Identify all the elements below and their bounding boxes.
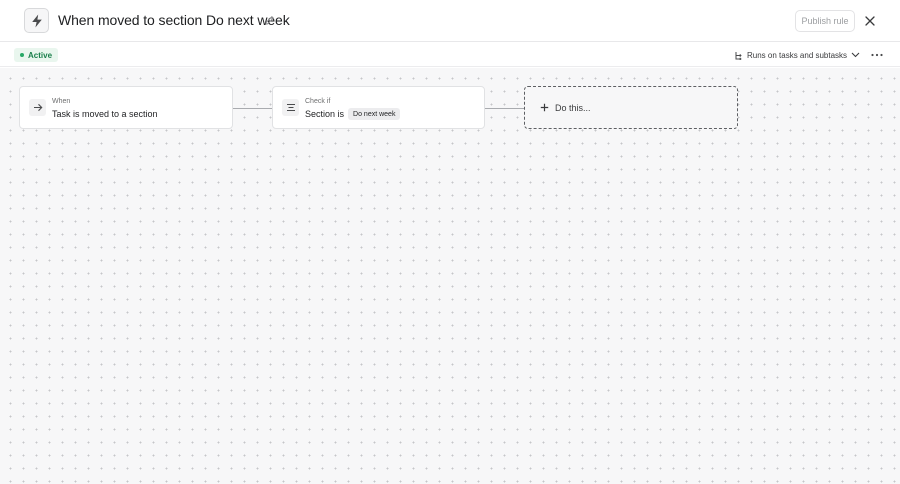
condition-icon-tile	[282, 99, 299, 116]
condition-text: Section is	[305, 109, 345, 119]
close-icon	[865, 16, 875, 26]
more-options-button[interactable]	[869, 49, 885, 61]
condition-row: Section is Do next week	[305, 108, 401, 120]
trigger-text: Task is moved to a section	[52, 109, 158, 119]
trigger-icon-tile	[29, 99, 46, 116]
rule-header: When moved to section Do next week Publi…	[0, 0, 900, 42]
lightning-bolt-icon	[31, 14, 42, 27]
trigger-kicker: When	[52, 98, 71, 105]
rule-type-badge	[24, 8, 49, 33]
rule-toolbar: Active Runs on tasks and subtasks	[0, 43, 900, 67]
add-action-button[interactable]: Do this...	[524, 86, 738, 129]
section-chip[interactable]: Do next week	[348, 108, 401, 120]
add-action-label: Do this...	[555, 102, 591, 113]
status-badge[interactable]: Active	[14, 48, 59, 62]
connector-line	[233, 108, 272, 109]
pencil-icon[interactable]	[264, 14, 276, 26]
plus-icon	[540, 103, 549, 112]
publish-rule-button[interactable]: Publish rule	[795, 10, 855, 32]
condition-node[interactable]: Check if Section is Do next week	[272, 86, 485, 129]
runs-on-dropdown[interactable]: Runs on tasks and subtasks	[734, 48, 860, 62]
runs-on-label: Runs on tasks and subtasks	[747, 50, 848, 60]
rule-canvas: When Task is moved to a section Check if…	[0, 68, 900, 484]
more-horizontal-icon	[871, 53, 883, 57]
lines-icon	[286, 104, 295, 111]
rule-title[interactable]: When moved to section Do next week	[58, 12, 290, 28]
condition-kicker: Check if	[305, 98, 331, 105]
arrow-right-icon	[33, 103, 42, 112]
subtask-icon	[735, 51, 742, 60]
trigger-node[interactable]: When Task is moved to a section	[19, 86, 233, 129]
close-button[interactable]	[862, 13, 878, 29]
connector-line	[485, 108, 524, 109]
chevron-down-icon	[851, 52, 860, 58]
status-dot	[20, 53, 24, 57]
status-label: Active	[28, 50, 53, 60]
